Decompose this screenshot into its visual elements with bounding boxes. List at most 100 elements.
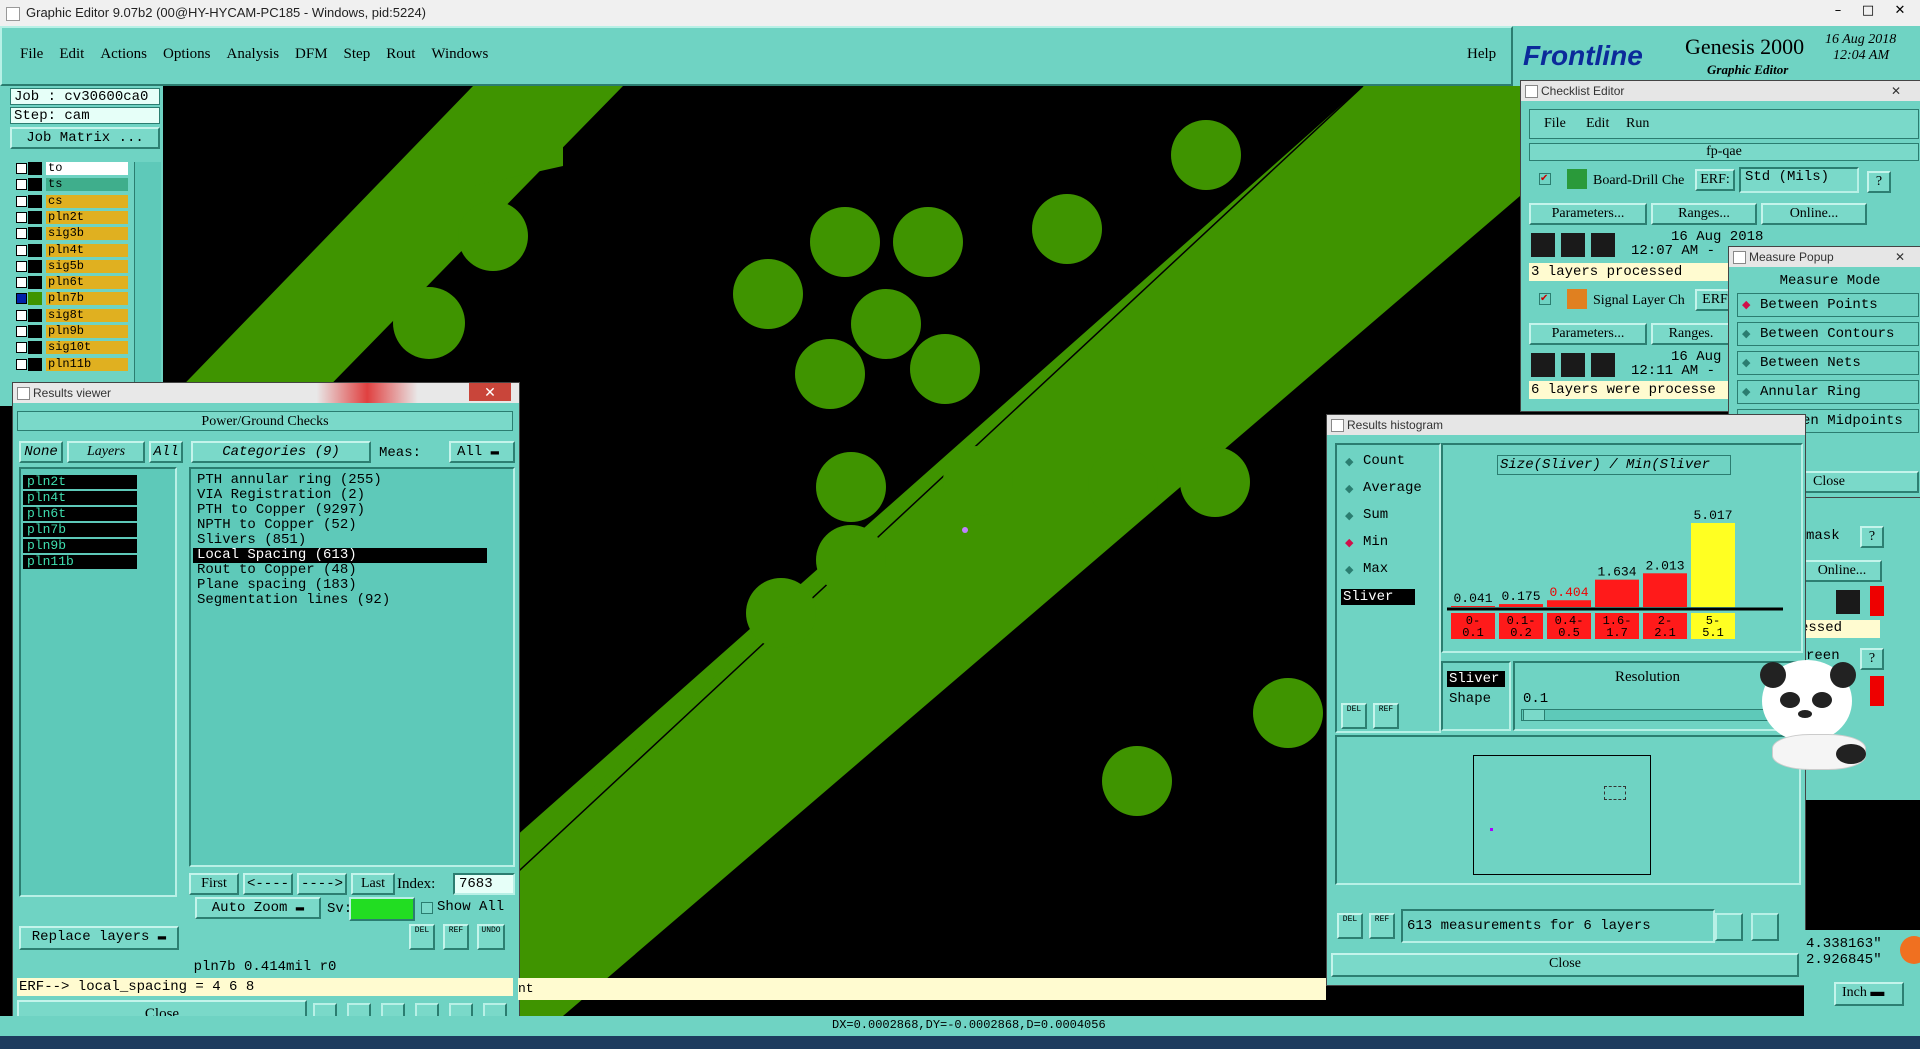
measure-mode-option[interactable]: ◆ Annular Ring — [1737, 380, 1919, 404]
last-button[interactable]: Last — [351, 873, 395, 895]
run-icon[interactable] — [1531, 353, 1555, 377]
layer-row[interactable]: pln9b — [10, 325, 130, 338]
measure-popup-close-icon[interactable]: ✕ — [1895, 247, 1905, 267]
menu-options[interactable]: Options — [155, 46, 219, 63]
check-item-1-checkbox[interactable]: ✔ — [1539, 173, 1551, 185]
layer-checkbox[interactable] — [16, 326, 27, 337]
menu-rout[interactable]: Rout — [378, 46, 423, 63]
histogram-option[interactable]: ◆ Max — [1341, 561, 1435, 581]
histogram-bar[interactable] — [1691, 523, 1735, 607]
check-item-1-ranges[interactable]: Ranges... — [1651, 203, 1757, 225]
menu-edit[interactable]: Edit — [51, 46, 92, 63]
measure-mode-option[interactable]: ◆ Between Contours — [1737, 322, 1919, 346]
layers-button[interactable]: Layers — [67, 441, 145, 463]
first-button[interactable]: First — [189, 873, 239, 895]
layer-checkbox[interactable] — [16, 228, 27, 240]
check-item-1-params[interactable]: Parameters... — [1529, 203, 1647, 225]
maximize-button[interactable]: □ — [1855, 4, 1881, 20]
layer-name[interactable]: pln6t — [46, 276, 128, 290]
sliver-selected[interactable]: Sliver — [1447, 671, 1505, 687]
measure-mode-option[interactable]: ◆ Between Nets — [1737, 351, 1919, 375]
layer-name[interactable]: pln2t — [46, 210, 128, 224]
histogram-option[interactable]: ◆ Min — [1341, 534, 1435, 554]
run-icon[interactable] — [1531, 233, 1555, 257]
layer-name[interactable]: ts — [46, 178, 128, 192]
histogram-option[interactable]: ◆ Count — [1341, 453, 1435, 473]
swap-icon[interactable] — [1715, 913, 1743, 941]
layer-row[interactable]: pln11b — [10, 357, 130, 371]
layer-name[interactable]: sig8t — [46, 308, 128, 322]
checklist-menu-edit[interactable]: Edit — [1586, 116, 1609, 132]
layer-scrollbar[interactable] — [134, 162, 161, 402]
undo-button[interactable]: UNDO — [477, 924, 505, 950]
layer-checkbox[interactable] — [16, 211, 27, 223]
layer-checkbox[interactable] — [16, 195, 27, 207]
layer-checkbox[interactable] — [16, 342, 27, 354]
minimize-button[interactable]: – — [1825, 4, 1851, 20]
check-item-2-params[interactable]: Parameters... — [1529, 323, 1647, 345]
histogram-bar[interactable] — [1499, 604, 1543, 607]
histogram-bar[interactable] — [1595, 579, 1639, 607]
sliver-list-item[interactable]: Sliver — [1341, 589, 1415, 605]
category-item[interactable]: Local Spacing (613) — [193, 548, 487, 563]
online-button-2[interactable]: Online... — [1802, 560, 1882, 582]
menu-dfm[interactable]: DFM — [287, 46, 336, 63]
categories-button[interactable]: Categories (9) — [191, 441, 371, 463]
results-viewer-close-icon[interactable]: ✕ — [469, 383, 511, 401]
histogram-close-button[interactable]: Close — [1331, 953, 1799, 977]
histogram-bar[interactable] — [1643, 573, 1687, 607]
job-matrix-button[interactable]: Job Matrix ... — [10, 127, 160, 149]
result-layer-item[interactable]: pln6t — [23, 507, 137, 521]
category-item[interactable]: PTH annular ring (255) — [193, 473, 487, 488]
menu-analysis[interactable]: Analysis — [219, 46, 288, 63]
menu-step[interactable]: Step — [336, 46, 379, 63]
menu-windows[interactable]: Windows — [423, 46, 496, 63]
category-item[interactable]: NPTH to Copper (52) — [193, 518, 487, 533]
check-item-1-erf-value[interactable]: Std (Mils) — [1739, 167, 1859, 193]
histogram-bar[interactable] — [1451, 606, 1495, 607]
category-item[interactable]: VIA Registration (2) — [193, 488, 487, 503]
layer-name[interactable]: pln4t — [46, 243, 128, 257]
replace-layers-select[interactable]: Replace layers ▬ — [19, 926, 179, 950]
histogram-bar[interactable] — [1547, 600, 1591, 607]
menu-help[interactable]: Help — [1467, 46, 1496, 63]
sv-color-select[interactable] — [349, 897, 415, 921]
layer-row[interactable]: sig10t — [10, 341, 130, 355]
layer-row[interactable]: cs — [10, 194, 130, 208]
layer-row[interactable]: to — [10, 162, 130, 175]
result-layer-item[interactable]: pln9b — [23, 539, 137, 553]
command-line[interactable]: nt — [518, 978, 1326, 1000]
layer-checkbox[interactable] — [16, 293, 27, 305]
layer-row[interactable]: sig8t — [10, 308, 130, 322]
shape-label[interactable]: Shape — [1449, 691, 1491, 707]
layer-row[interactable]: sig3b — [10, 227, 130, 241]
result-layer-item[interactable]: pln7b — [23, 523, 137, 537]
menu-file[interactable]: File — [12, 46, 51, 63]
histogram-option[interactable]: ◆ Average — [1341, 480, 1435, 500]
check-item-1-erf[interactable]: ERF: — [1695, 169, 1735, 191]
hist-del-button[interactable]: DEL — [1341, 703, 1367, 729]
checklist-menu-file[interactable]: File — [1544, 116, 1566, 132]
check-item-2-checkbox[interactable]: ✔ — [1539, 293, 1551, 305]
category-item[interactable]: Rout to Copper (48) — [193, 563, 487, 578]
layer-checkbox[interactable] — [16, 244, 27, 256]
checklist-close-icon[interactable]: ✕ — [1891, 81, 1901, 101]
layer-name[interactable]: sig10t — [46, 341, 128, 355]
layer-checkbox[interactable] — [16, 260, 27, 272]
layer-row[interactable]: pln6t — [10, 276, 130, 290]
category-item[interactable]: PTH to Copper (9297) — [193, 503, 487, 518]
swap-icon-2[interactable] — [1751, 913, 1779, 941]
measure-mode-option[interactable]: ◆ Between Points — [1737, 293, 1919, 317]
del-button[interactable]: DEL — [409, 924, 435, 950]
show-all-checkbox[interactable] — [421, 902, 433, 914]
histogram-option[interactable]: ◆ Sum — [1341, 507, 1435, 527]
units-select[interactable]: Inch ▬ — [1834, 982, 1904, 1006]
layer-checkbox[interactable] — [16, 163, 27, 174]
all-button[interactable]: All — [149, 441, 183, 463]
hist-preview-del-button[interactable]: DEL — [1337, 913, 1363, 939]
meas-select[interactable]: All ▬ — [449, 441, 515, 463]
hist-preview-ref-button[interactable]: REF — [1369, 913, 1395, 939]
check-item-1-online[interactable]: Online... — [1761, 203, 1867, 225]
menu-actions[interactable]: Actions — [92, 46, 155, 63]
prev-button[interactable]: <---- — [243, 873, 293, 895]
